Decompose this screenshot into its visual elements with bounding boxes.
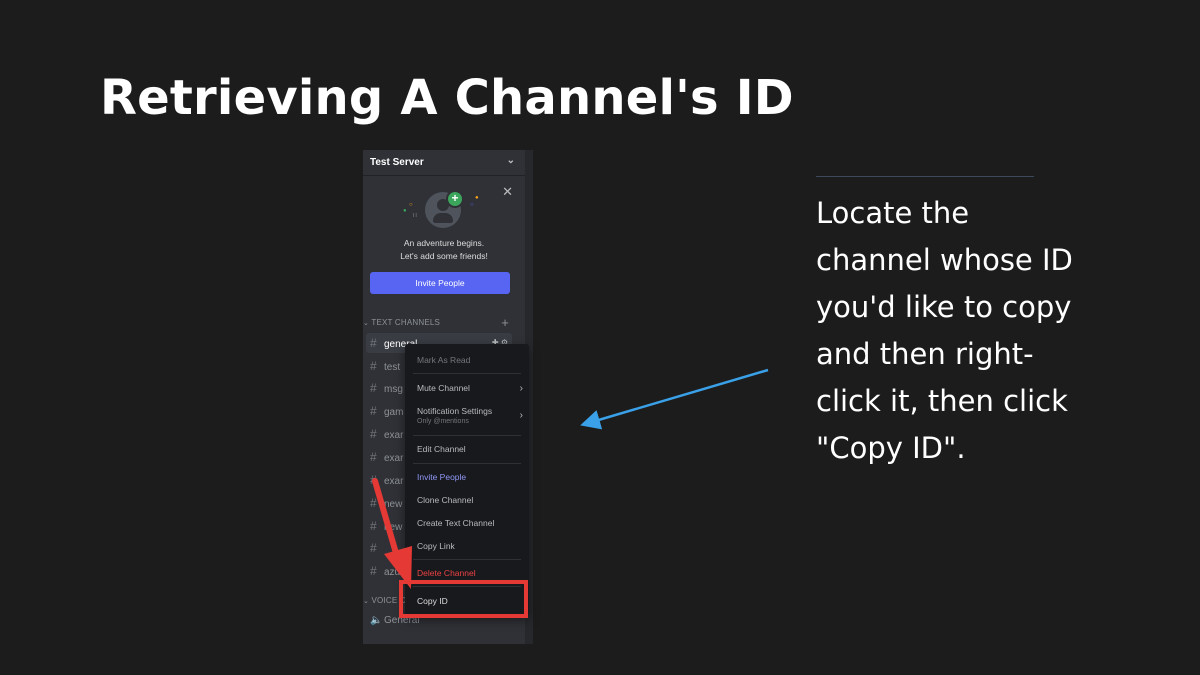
red-pointer-arrow bbox=[372, 478, 412, 589]
annotation-overlay bbox=[372, 368, 769, 589]
blue-pointer-arrow bbox=[580, 368, 769, 430]
